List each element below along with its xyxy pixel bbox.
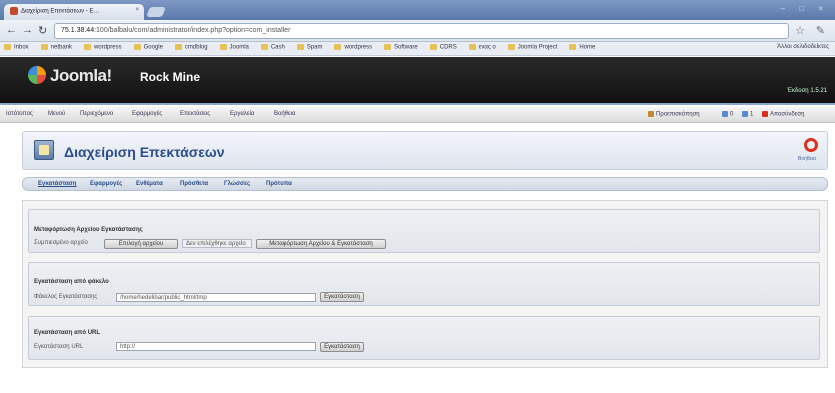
wrench-icon[interactable]: ✎ (816, 24, 825, 37)
window-controls[interactable]: – □ × (781, 4, 829, 13)
folder-section-title: Εγκατάσταση από φάκελο (34, 279, 109, 285)
logout-icon (762, 111, 768, 117)
help-lifebuoy-icon[interactable] (804, 138, 818, 152)
choose-file-button[interactable]: Επιλογή αρχείου (104, 239, 178, 249)
joomla-favicon-icon (10, 7, 18, 15)
bookmark-item[interactable]: ενας ο (468, 44, 496, 51)
browser-tab[interactable]: Διαχείριση Επεκτάσεων - E… × (4, 4, 144, 20)
menu-item-tools[interactable]: Εργαλεία (230, 111, 254, 117)
reload-icon[interactable]: ↻ (38, 24, 47, 37)
joomla-logo-icon (28, 66, 46, 84)
logout-link[interactable]: Αποσύνδεση (762, 111, 804, 118)
page-title: Διαχείριση Επεκτάσεων (64, 144, 225, 160)
site-name: Rock Mine (140, 70, 201, 84)
bookmark-item[interactable]: Inbox (4, 44, 29, 51)
menu-item-menus[interactable]: Μενού (48, 111, 65, 117)
bookmark-item[interactable]: Google (133, 44, 163, 51)
preview-link[interactable]: Προεπισκόπηση (648, 111, 700, 118)
install-folder-input[interactable]: /home/hedelibar/public_html/tmp (116, 293, 316, 302)
joomla-logo: Joomla! (50, 66, 112, 85)
install-from-url-panel (28, 316, 820, 360)
bookmark-item[interactable]: wordpress (83, 44, 122, 51)
menu-item-content[interactable]: Περιεχόμενο (80, 111, 113, 117)
bookmark-item[interactable]: netbank (40, 44, 72, 51)
url-host: 75.1.38.44 (61, 27, 95, 34)
url-path: :100/balbalu/com/administrator/index.php… (94, 27, 291, 34)
tab-close-icon[interactable]: × (135, 7, 139, 13)
messages-count[interactable]: 0 (722, 111, 733, 118)
bookmark-item[interactable]: Cash (260, 44, 285, 51)
url-section-title: Εγκατάσταση από URL (34, 330, 101, 336)
tab-modules[interactable]: Ενθέματα (136, 181, 163, 187)
install-from-folder-button[interactable]: Εγκατάσταση (320, 292, 364, 302)
bookmark-item[interactable]: Joomla (219, 44, 249, 51)
bookmark-item[interactable]: wordpress (334, 44, 372, 51)
help-label[interactable]: Βοήθεια (798, 156, 816, 162)
tab-templates[interactable]: Πρότυπα (266, 181, 292, 187)
url-label: Εγκατάσταση URL (34, 344, 84, 350)
browser-toolbar: ← → ↻ 75.1.38.44:100/balbalu/com/adminis… (0, 20, 835, 42)
tab-plugins[interactable]: Πρόσθετα (180, 181, 208, 187)
user-icon (742, 111, 748, 117)
bookmark-item[interactable]: Home (569, 44, 595, 51)
upload-section-title: Μεταφόρτωση Αρχείου Εγκατάστασης (34, 227, 143, 233)
menu-item-extensions[interactable]: Επεκτάσεις (180, 111, 210, 117)
version-label: Έκδοση 1.5.21 (787, 88, 827, 94)
tab-title: Διαχείριση Επεκτάσεων - E… (21, 8, 100, 15)
install-url-input[interactable]: http:// (116, 342, 316, 351)
upload-file-label: Συμπιεσμένο αρχείο (34, 240, 88, 246)
forward-icon[interactable]: → (22, 24, 33, 36)
menu-item-help[interactable]: Βοήθεια (274, 111, 296, 117)
admin-menubar (0, 107, 835, 123)
other-bookmarks[interactable]: Άλλοι σελιδοδείκτες (777, 44, 829, 50)
bookmarks-bar: Inbox netbank wordpress Google cmdblog J… (0, 42, 835, 56)
back-icon[interactable]: ← (6, 24, 17, 36)
users-count[interactable]: 1 (742, 111, 753, 118)
envelope-icon (722, 111, 728, 117)
bookmark-item[interactable]: Spam (296, 44, 323, 51)
tab-components[interactable]: Εφαρμογές (90, 181, 122, 187)
address-bar[interactable]: 75.1.38.44:100/balbalu/com/administrator… (54, 23, 789, 39)
tab-install[interactable]: Εγκατάσταση (38, 181, 76, 187)
bookmark-item[interactable]: CDRS (429, 44, 457, 51)
menu-item-site[interactable]: Ιστότοπος (6, 111, 33, 117)
extensions-icon (34, 140, 54, 160)
bookmark-item[interactable]: cmdblog (174, 44, 208, 51)
install-from-url-button[interactable]: Εγκατάσταση (320, 342, 364, 352)
bookmark-item[interactable]: Joomla Project (507, 44, 557, 51)
upload-install-button[interactable]: Μεταφόρτωση Αρχείου & Εγκατάσταση (256, 239, 386, 249)
folder-label: Φάκελος Εγκατάστασης (34, 294, 98, 300)
no-file-chosen-text: Δεν επιλέχθηκε αρχείο (182, 239, 252, 248)
joomla-header (0, 57, 835, 105)
bookmark-item[interactable]: Software (384, 44, 418, 51)
menu-item-components[interactable]: Εφαρμογές (132, 111, 162, 117)
tab-languages[interactable]: Γλώσσες (224, 181, 250, 187)
star-icon[interactable]: ☆ (795, 24, 805, 37)
preview-icon (648, 111, 654, 117)
